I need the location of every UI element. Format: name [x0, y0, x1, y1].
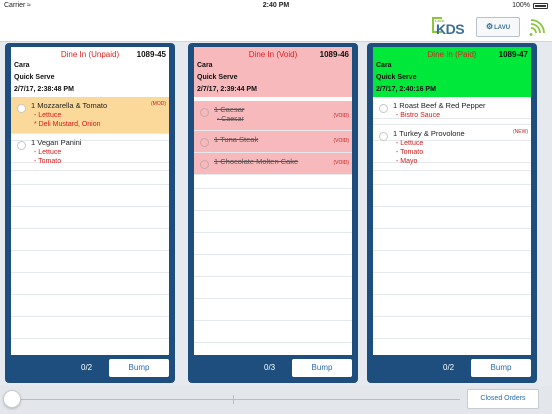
list-item[interactable]: 1 Turkey & Provolone (NEW) - Lettuce - T… [373, 125, 531, 171]
item-check-radio[interactable] [200, 108, 209, 117]
item-name: 1 Caesar [214, 105, 245, 114]
item-tag: (VOID) [333, 138, 349, 144]
modifier: - Tomato [396, 149, 424, 156]
modifier: * Deli Mustard, Onion [34, 121, 101, 128]
lavu-settings-button[interactable]: ⚙LAVU [476, 17, 520, 37]
ticket-card[interactable]: Dine In (Paid) 1089-47 Cara Quick Serve … [367, 43, 537, 383]
modifier: - Lettuce [396, 140, 424, 147]
ticket-card[interactable]: Dine In (Unpaid) 1089-45 Cara Quick Serv… [5, 43, 175, 383]
bottom-bar: Closed Orders [0, 386, 552, 414]
item-name: 1 Roast Beef & Red Pepper [393, 101, 486, 110]
item-check-radio[interactable] [17, 104, 26, 113]
ticket-scroll-slider-track[interactable] [12, 399, 460, 400]
server-name: Cara [197, 62, 213, 69]
bump-button[interactable]: Bump [471, 359, 531, 377]
ticket-header[interactable]: Dine In (Paid) 1089-47 Cara Quick Serve … [373, 47, 531, 97]
modifier: - Lettuce [34, 112, 62, 119]
order-type: Quick Serve [14, 74, 55, 81]
order-time: 2/7/17, 2:39:44 PM [197, 86, 257, 93]
ticket-card[interactable]: Dine In (Void) 1089-46 Cara Quick Serve … [188, 43, 358, 383]
item-count: 0/3 [264, 363, 276, 372]
order-time: 2/7/17, 2:40:16 PM [376, 86, 436, 93]
ticket-header[interactable]: Dine In (Unpaid) 1089-45 Cara Quick Serv… [11, 47, 169, 97]
ticket-footer: 0/2 Bump [11, 359, 169, 377]
list-item[interactable]: 1 Mozzarella & Tomato (MOD) - Lettuce * … [11, 97, 169, 134]
modifier: - Bistro Sauce [396, 112, 440, 119]
ticket-body: Dine In (Unpaid) 1089-45 Cara Quick Serv… [11, 47, 169, 355]
ticket-footer: 0/3 Bump [194, 359, 352, 377]
kds-logo-text: KDS [436, 21, 465, 37]
gear-icon: ⚙ [485, 22, 494, 31]
clock: 2:40 PM [262, 2, 290, 9]
item-check-radio[interactable] [379, 132, 388, 141]
status-bar: Carrier ≈ 2:40 PM 100% [0, 0, 552, 12]
order-type: Quick Serve [197, 74, 238, 81]
modifier: - Caesar [217, 116, 244, 123]
item-check-radio[interactable] [17, 141, 26, 150]
order-number: 1089-46 [319, 50, 349, 59]
item-name: 1 Mozzarella & Tomato [31, 101, 108, 110]
item-tag: (VOID) [333, 113, 349, 119]
item-name: 1 Tuna Steak [214, 135, 259, 144]
ticket-header[interactable]: Dine In (Void) 1089-46 Cara Quick Serve … [194, 47, 352, 97]
server-name: Cara [376, 62, 392, 69]
item-tag: (MOD) [151, 101, 166, 107]
modifier: - Tomato [34, 158, 62, 165]
item-tag: (NEW) [513, 129, 528, 135]
ticket-items: 1 Caesar (VOID) - Caesar 1 Tuna Steak (V… [194, 101, 352, 355]
list-item[interactable]: 1 Caesar (VOID) - Caesar [194, 101, 352, 131]
ticket-items: 1 Mozzarella & Tomato (MOD) - Lettuce * … [11, 97, 169, 355]
modifier: - Mayo [396, 158, 418, 165]
item-name: 1 Vegan Panini [31, 138, 82, 147]
list-item[interactable]: 1 Chocolate Molten Cake (VOID) [194, 153, 352, 175]
kds-logo: Lavu KDS [430, 15, 468, 39]
ticket-body: Dine In (Paid) 1089-47 Cara Quick Serve … [373, 47, 531, 355]
battery-icon [533, 3, 548, 9]
order-time: 2/7/17, 2:38:48 PM [14, 86, 74, 93]
connection-status-icon[interactable] [528, 18, 546, 36]
item-check-radio[interactable] [200, 160, 209, 169]
ticket-scroll-slider-thumb[interactable] [3, 390, 21, 408]
item-name: 1 Chocolate Molten Cake [214, 157, 299, 166]
item-name: 1 Turkey & Provolone [393, 129, 465, 138]
top-bar: Lavu KDS ⚙LAVU [0, 12, 552, 42]
ticket-board: Dine In (Unpaid) 1089-45 Cara Quick Serv… [0, 42, 552, 386]
item-tag: (VOID) [333, 160, 349, 166]
item-count: 0/2 [81, 363, 93, 372]
item-check-radio[interactable] [200, 138, 209, 147]
order-number: 1089-45 [136, 50, 166, 59]
lavu-button-label: LAVU [494, 25, 511, 31]
ticket-items: 1 Roast Beef & Red Pepper - Bistro Sauce… [373, 97, 531, 355]
battery-percent: 100% [512, 2, 530, 9]
modifier: - Lettuce [34, 149, 62, 156]
order-number: 1089-47 [498, 50, 528, 59]
order-type: Quick Serve [376, 74, 417, 81]
list-item[interactable]: 1 Roast Beef & Red Pepper - Bistro Sauce [373, 97, 531, 125]
ticket-footer: 0/2 Bump [373, 359, 531, 377]
list-item[interactable]: 1 Vegan Panini - Lettuce - Tomato [11, 134, 169, 171]
item-count: 0/2 [443, 363, 455, 372]
ticket-body: Dine In (Void) 1089-46 Cara Quick Serve … [194, 47, 352, 355]
bump-button[interactable]: Bump [292, 359, 352, 377]
list-item[interactable]: 1 Tuna Steak (VOID) [194, 131, 352, 153]
item-check-radio[interactable] [379, 104, 388, 113]
server-name: Cara [14, 62, 30, 69]
slider-page-tick [233, 395, 234, 404]
bump-button[interactable]: Bump [109, 359, 169, 377]
closed-orders-button[interactable]: Closed Orders [467, 389, 539, 409]
